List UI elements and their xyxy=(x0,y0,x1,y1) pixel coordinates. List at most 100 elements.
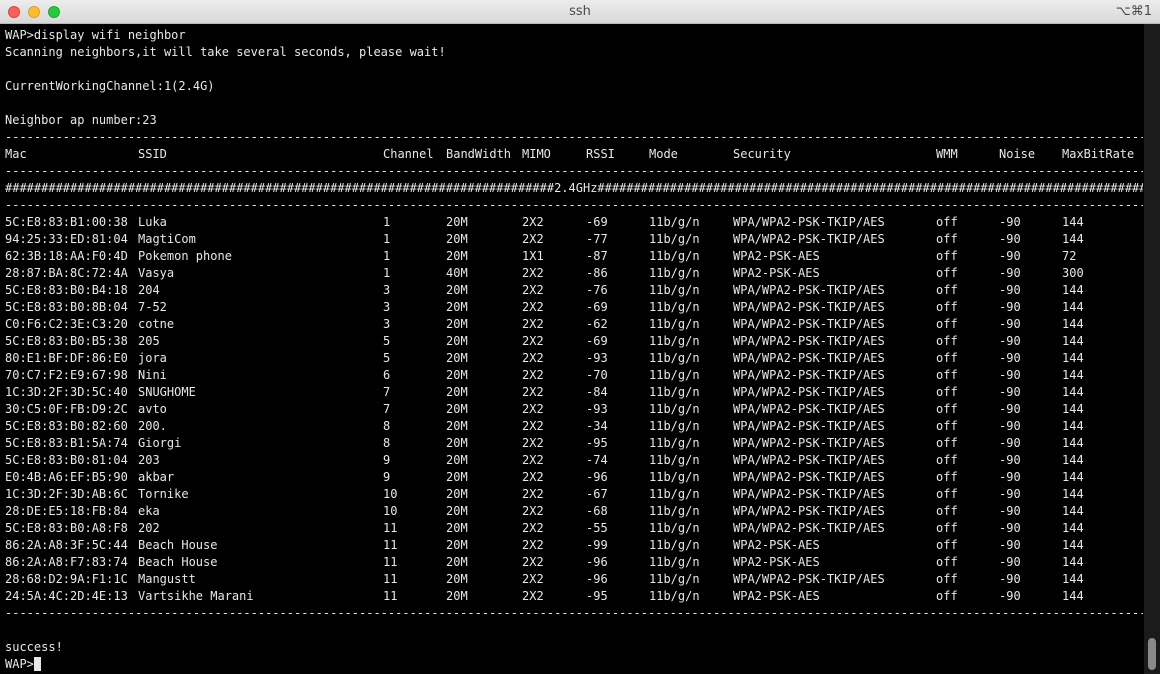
cell-bandwidth: 20M xyxy=(446,419,468,433)
cell-max-bit-rate: 144 xyxy=(1062,572,1084,586)
prompt-line[interactable]: WAP> xyxy=(5,656,1144,673)
cell-noise: -90 xyxy=(999,300,1021,314)
cell-wmm: off xyxy=(936,385,958,399)
cell-rssi: -55 xyxy=(586,521,608,535)
cell-mimo: 2X2 xyxy=(522,402,544,416)
cell-mimo: 2X2 xyxy=(522,572,544,586)
cell-channel: 8 xyxy=(383,419,391,433)
cell-max-bit-rate: 144 xyxy=(1062,521,1084,535)
cell-mac: 30:C5:0F:FB:D9:2C xyxy=(5,402,128,416)
separator-line: ----------------------------------------… xyxy=(5,130,1143,144)
header-channel: Channel xyxy=(383,147,434,161)
cell-max-bit-rate: 144 xyxy=(1062,351,1084,365)
cell-rssi: -62 xyxy=(586,317,608,331)
cell-noise: -90 xyxy=(999,419,1021,433)
cell-ssid: Nini xyxy=(138,368,167,382)
cell-security: WPA2-PSK-AES xyxy=(733,589,820,603)
cell-ssid: jora xyxy=(138,351,167,365)
cell-bandwidth: 20M xyxy=(446,300,468,314)
cell-rssi: -93 xyxy=(586,402,608,416)
cell-security: WPA/WPA2-PSK-TKIP/AES xyxy=(733,402,885,416)
cell-security: WPA/WPA2-PSK-TKIP/AES xyxy=(733,572,885,586)
cell-security: WPA/WPA2-PSK-TKIP/AES xyxy=(733,385,885,399)
cell-max-bit-rate: 144 xyxy=(1062,232,1084,246)
scroll-thumb[interactable] xyxy=(1148,638,1156,670)
cell-mode: 11b/g/n xyxy=(649,215,700,229)
table-row: 24:5A:4C:2D:4E:13 Vartsikhe Marani 11 20M 2X… xyxy=(5,588,1144,605)
cell-wmm: off xyxy=(936,555,958,569)
cell-wmm: off xyxy=(936,334,958,348)
cell-ssid: 200. xyxy=(138,419,167,433)
cell-mode: 11b/g/n xyxy=(649,402,700,416)
cell-ssid: 205 xyxy=(138,334,160,348)
cell-channel: 11 xyxy=(383,521,398,535)
cell-security: WPA/WPA2-PSK-TKIP/AES xyxy=(733,419,885,433)
cell-ssid: Luka xyxy=(138,215,167,229)
separator-line: ----------------------------------------… xyxy=(5,606,1143,620)
cell-mimo: 2X2 xyxy=(522,538,544,552)
cell-max-bit-rate: 144 xyxy=(1062,368,1084,382)
table-row: 30:C5:0F:FB:D9:2C avto 7 20M 2X2 -93 11b/g/n WP… xyxy=(5,401,1144,418)
cell-wmm: off xyxy=(936,402,958,416)
cell-ssid: avto xyxy=(138,402,167,416)
cell-bandwidth: 20M xyxy=(446,436,468,450)
table-row: 80:E1:BF:DF:86:E0 jora 5 20M 2X2 -93 11b/g/n WP… xyxy=(5,350,1144,367)
cell-rssi: -93 xyxy=(586,351,608,365)
cell-noise: -90 xyxy=(999,470,1021,484)
cell-channel: 6 xyxy=(383,368,391,382)
cell-security: WPA/WPA2-PSK-TKIP/AES xyxy=(733,232,885,246)
cell-mode: 11b/g/n xyxy=(649,300,700,314)
cell-mimo: 2X2 xyxy=(522,334,544,348)
cell-channel: 1 xyxy=(383,215,391,229)
cell-mac: 28:87:BA:8C:72:4A xyxy=(5,266,128,280)
cell-mode: 11b/g/n xyxy=(649,504,700,518)
cell-max-bit-rate: 144 xyxy=(1062,402,1084,416)
cell-wmm: off xyxy=(936,572,958,586)
cell-ssid: akbar xyxy=(138,470,175,484)
cell-wmm: off xyxy=(936,589,958,603)
scrollbar[interactable] xyxy=(1144,24,1160,674)
cell-rssi: -69 xyxy=(586,215,608,229)
cell-mimo: 2X2 xyxy=(522,589,544,603)
terminal-output[interactable]: WAP>display wifi neighbor Scanning neigh… xyxy=(0,24,1144,674)
cell-ssid: eka xyxy=(138,504,160,518)
cell-bandwidth: 20M xyxy=(446,249,468,263)
cell-rssi: -67 xyxy=(586,487,608,501)
cell-bandwidth: 20M xyxy=(446,317,468,331)
cell-bandwidth: 40M xyxy=(446,266,468,280)
cell-mac: 5C:E8:83:B0:8B:04 xyxy=(5,300,128,314)
cell-bandwidth: 20M xyxy=(446,555,468,569)
cell-rssi: -69 xyxy=(586,334,608,348)
cell-mac: 5C:E8:83:B0:B4:18 xyxy=(5,283,128,297)
cell-mimo: 2X2 xyxy=(522,470,544,484)
cell-security: WPA/WPA2-PSK-TKIP/AES xyxy=(733,436,885,450)
cell-noise: -90 xyxy=(999,453,1021,467)
cell-mimo: 2X2 xyxy=(522,419,544,433)
header-wmm: WMM xyxy=(936,147,958,161)
cell-mimo: 1X1 xyxy=(522,249,544,263)
cell-rssi: -86 xyxy=(586,266,608,280)
title-bar[interactable]: ssh ⌥⌘1 xyxy=(0,0,1160,24)
cell-security: WPA/WPA2-PSK-TKIP/AES xyxy=(733,215,885,229)
cell-mac: 5C:E8:83:B0:A8:F8 xyxy=(5,521,128,535)
cell-wmm: off xyxy=(936,215,958,229)
cell-rssi: -68 xyxy=(586,504,608,518)
cell-wmm: off xyxy=(936,317,958,331)
cell-mode: 11b/g/n xyxy=(649,589,700,603)
table-row: 86:2A:A8:3F:5C:44 Beach House 11 20M 2X2 -99 1… xyxy=(5,537,1144,554)
separator-line: ----------------------------------------… xyxy=(5,164,1143,178)
cell-security: WPA/WPA2-PSK-TKIP/AES xyxy=(733,521,885,535)
table-row: 1C:3D:2F:3D:AB:6C Tornike 10 20M 2X2 -67 11b/g… xyxy=(5,486,1144,503)
table-row: 5C:E8:83:B1:5A:74 Giorgi 8 20M 2X2 -95 11b/g/n… xyxy=(5,435,1144,452)
cell-noise: -90 xyxy=(999,368,1021,382)
success-message: success! xyxy=(5,640,63,654)
cell-bandwidth: 20M xyxy=(446,402,468,416)
cell-mimo: 2X2 xyxy=(522,521,544,535)
cell-mac: E0:4B:A6:EF:B5:90 xyxy=(5,470,128,484)
cell-security: WPA/WPA2-PSK-TKIP/AES xyxy=(733,368,885,382)
cell-mimo: 2X2 xyxy=(522,317,544,331)
cell-noise: -90 xyxy=(999,266,1021,280)
cell-security: WPA/WPA2-PSK-TKIP/AES xyxy=(733,470,885,484)
cell-security: WPA/WPA2-PSK-TKIP/AES xyxy=(733,453,885,467)
